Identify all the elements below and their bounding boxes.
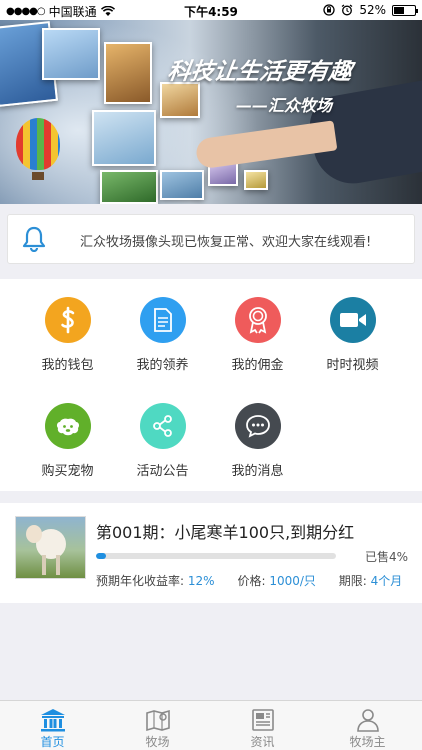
newspaper-icon [252, 709, 274, 731]
menu-item-wallet[interactable]: 我的钱包 [15, 297, 120, 373]
live-video-circle [329, 297, 376, 343]
tab-owner[interactable]: 牧场主 [315, 701, 420, 750]
bottom-tab-bar: 首页 牧场 资讯 牧场主 [0, 700, 422, 750]
status-bar: ●●●●○ 中国联通 下午4:59 52% [0, 0, 422, 20]
dollar-icon [60, 306, 74, 334]
banner-photo-tile [42, 28, 100, 80]
sold-percentage: 已售4% [364, 550, 408, 564]
menu-label: 我的领养 [136, 358, 189, 373]
menu-label: 我的钱包 [41, 358, 94, 373]
lamb-thumbnail [15, 516, 86, 579]
adoption-circle [139, 297, 186, 343]
banner-title: 科技让生活更有趣 [165, 59, 354, 85]
product-card[interactable]: 第001期：小尾寒羊100只,到期分红 已售4% 预期年化收益率: 12% 价格… [0, 503, 422, 603]
banner-photo-tile [104, 42, 152, 104]
menu-label: 时时视频 [326, 358, 379, 373]
menu-item-commission[interactable]: 我的佣金 [205, 297, 310, 373]
map-icon [146, 709, 170, 732]
banner-photo-tile [92, 110, 156, 166]
product-meta: 预期年化收益率: 12% 价格: 1000/只 期限: 4个月 [96, 572, 402, 589]
bell-icon [22, 226, 46, 252]
banner-subtitle: ——汇众牧场 [236, 96, 333, 115]
term-value: 4个月 [370, 574, 403, 588]
buy-pet-circle [44, 403, 91, 449]
chat-icon [245, 415, 270, 438]
commission-circle [234, 297, 281, 343]
announcements-circle [139, 403, 186, 449]
messages-circle [234, 403, 281, 449]
tab-label: 资讯 [250, 735, 275, 749]
notice-text: 汇众牧场摄像头现已恢复正常、欢迎大家在线观看! [80, 235, 372, 250]
rotation-lock-icon [323, 4, 335, 16]
menu-item-buy-pet[interactable]: 购买宠物 [15, 403, 120, 479]
banner-photo-tile [160, 170, 204, 200]
feature-menu: 我的钱包 我的领养 我的佣金 时时视频 购买宠物 活动公告 我的消息 [0, 279, 422, 491]
menu-item-adoption[interactable]: 我的领养 [110, 297, 215, 373]
sheep-icon [56, 418, 79, 436]
lamb-leg [56, 555, 60, 575]
battery-icon [392, 4, 418, 16]
price-label: 价格: [237, 574, 266, 588]
menu-label: 购买宠物 [41, 464, 94, 479]
banner-photo-tile [244, 170, 268, 190]
medal-icon [248, 307, 267, 334]
document-icon [153, 308, 172, 332]
balloon-basket [32, 172, 44, 180]
battery-percentage: 52% [359, 3, 386, 17]
video-camera-icon [339, 313, 366, 327]
wallet-circle [44, 297, 91, 343]
hero-banner[interactable]: 科技让生活更有趣 ——汇众牧场 [0, 20, 422, 204]
alarm-icon [341, 4, 353, 16]
menu-item-messages[interactable]: 我的消息 [205, 403, 310, 479]
tab-news[interactable]: 资讯 [210, 701, 315, 750]
notice-bar[interactable]: 汇众牧场摄像头现已恢复正常、欢迎大家在线观看! [7, 214, 415, 264]
price-value: 1000/只 [269, 574, 316, 588]
tab-label: 首页 [40, 735, 65, 749]
battery-level-fill [394, 6, 405, 14]
term-label: 期限: [338, 574, 367, 588]
menu-label: 我的佣金 [231, 358, 284, 373]
lamb-leg [42, 555, 46, 575]
menu-label: 活动公告 [136, 464, 189, 479]
banner-photo-tile [160, 82, 200, 118]
tab-ranch[interactable]: 牧场 [105, 701, 210, 750]
sales-progress-bar [96, 553, 336, 559]
user-icon [357, 709, 379, 732]
menu-label: 我的消息 [231, 464, 284, 479]
yield-label: 预期年化收益率: [96, 574, 185, 588]
tab-label: 牧场主 [349, 735, 386, 749]
yield-value: 12% [187, 574, 215, 588]
menu-item-announcements[interactable]: 活动公告 [110, 403, 215, 479]
product-title: 第001期：小尾寒羊100只,到期分红 [96, 523, 355, 542]
sales-progress-fill [96, 553, 106, 559]
tab-label: 牧场 [145, 735, 170, 749]
hot-air-balloon-image [16, 118, 60, 170]
tab-home[interactable]: 首页 [0, 701, 105, 750]
bank-icon [41, 709, 65, 732]
lamb-head [26, 525, 42, 543]
menu-item-live-video[interactable]: 时时视频 [300, 297, 405, 373]
share-icon [152, 415, 172, 437]
banner-photo-tile [100, 170, 158, 204]
